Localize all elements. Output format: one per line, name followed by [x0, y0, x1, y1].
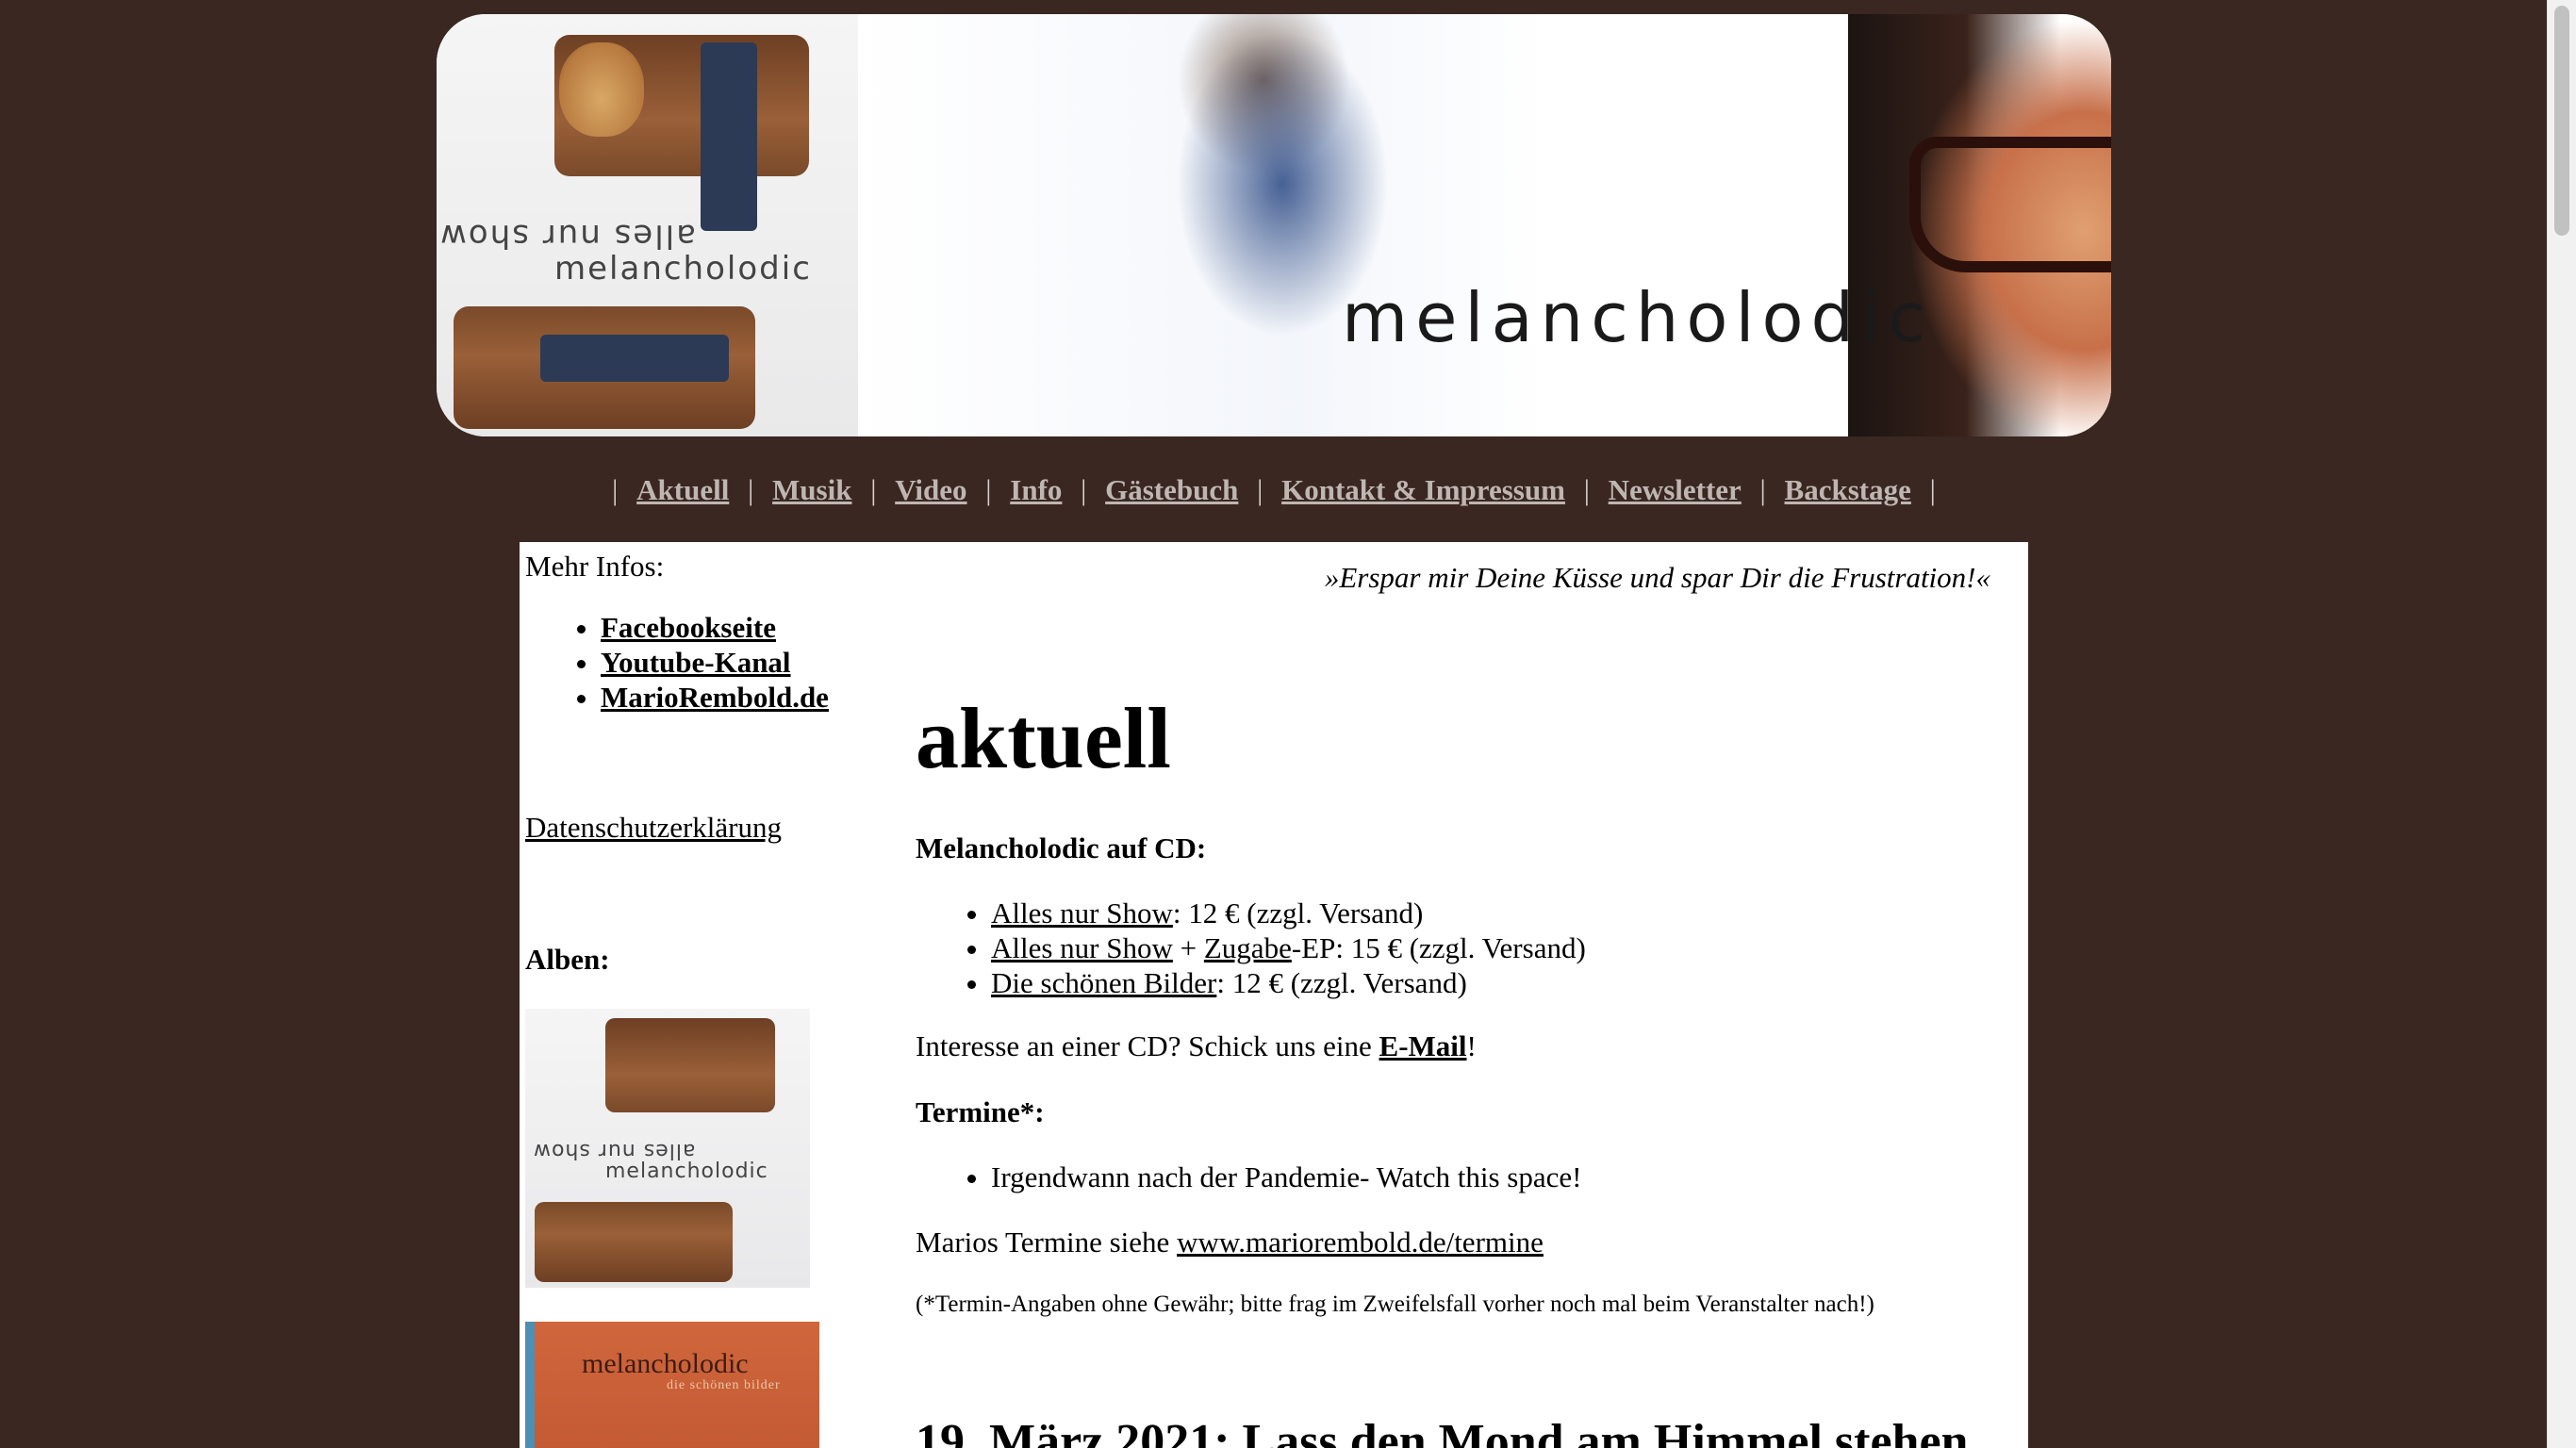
interest-line: Interesse an einer CD? Schick uns eine E…	[916, 1029, 1477, 1063]
album-title: melancholodic	[582, 1348, 749, 1379]
cd-price: : 12 € (zzgl. Versand)	[1172, 897, 1424, 930]
quote: »Erspar mir Deine Küsse und spar Dir die…	[1324, 561, 1990, 594]
nav-gaestebuch[interactable]: Gästebuch	[1105, 473, 1238, 506]
banner-title: melancholodic	[1342, 278, 1933, 357]
nav-separator: |	[1929, 473, 1936, 506]
album-cover-alles-nur-show[interactable]: alles nur show melancholodic	[525, 1009, 810, 1288]
list-item: Alles nur Show + Zugabe-EP: 15 € (zzgl. …	[991, 930, 1586, 965]
list-item: Die schönen Bilder: 12 € (zzgl. Versand)	[991, 965, 1586, 1000]
guitar-image	[559, 42, 644, 137]
albums-heading: Alben:	[525, 943, 610, 976]
nav-info[interactable]: Info	[1010, 473, 1062, 506]
email-link[interactable]: E-Mail	[1379, 1029, 1467, 1062]
band-photo	[858, 14, 2111, 436]
interest-text: Interesse an einer CD? Schick uns eine	[916, 1029, 1379, 1062]
nav-backstage[interactable]: Backstage	[1785, 473, 1911, 506]
album-title: melancholodic	[605, 1160, 768, 1183]
cd-list: Alles nur Show: 12 € (zzgl. Versand) All…	[916, 896, 1586, 1000]
list-item: Irgendwann nach der Pandemie- Watch this…	[991, 1160, 1581, 1194]
album-cover-die-schoenen-bilder[interactable]: melancholodic die schönen bilder	[525, 1322, 819, 1448]
sidebar-links: Facebookseite Youtube-Kanal MarioRembold…	[525, 610, 902, 715]
cd-price: -EP: 15 € (zzgl. Versand)	[1291, 931, 1586, 964]
cd-link-zugabe[interactable]: Zugabe	[1204, 931, 1292, 964]
nav-separator: |	[985, 473, 992, 506]
facebook-link[interactable]: Facebookseite	[601, 611, 776, 644]
content-panel: Mehr Infos: Facebookseite Youtube-Kanal …	[520, 542, 2028, 1448]
scrollbar-thumb[interactable]	[2554, 6, 2569, 236]
plus-text: +	[1172, 931, 1204, 964]
privacy-link[interactable]: Datenschutzerklärung	[525, 811, 782, 845]
main-nav: | Aktuell | Musik | Video | Info | Gäste…	[437, 473, 2111, 507]
nav-separator: |	[1759, 473, 1766, 506]
album-subtitle: die schönen bilder	[667, 1378, 781, 1392]
nav-separator: |	[612, 473, 619, 506]
marios-text: Marios Termine siehe	[916, 1226, 1178, 1259]
person-image	[701, 42, 757, 231]
nav-aktuell[interactable]: Aktuell	[636, 473, 729, 506]
cover-text: melancholodic	[554, 250, 812, 288]
sofa-image	[535, 1202, 733, 1282]
cd-link-die-schoenen-bilder[interactable]: Die schönen Bilder	[991, 966, 1216, 999]
marios-termine-line: Marios Termine siehe www.mariorembold.de…	[916, 1226, 1544, 1259]
cd-price: : 12 € (zzgl. Versand)	[1216, 966, 1467, 999]
cd-link-alles-nur-show[interactable]: Alles nur Show	[991, 931, 1173, 964]
interest-suffix: !	[1466, 1029, 1477, 1062]
nav-kontakt-impressum[interactable]: Kontakt & Impressum	[1281, 473, 1565, 506]
youtube-link[interactable]: Youtube-Kanal	[601, 646, 791, 679]
disclaimer: (*Termin-Angaben ohne Gewähr; bitte frag…	[916, 1292, 1874, 1317]
list-item: Facebookseite	[601, 610, 902, 645]
list-item: MarioRembold.de	[601, 680, 902, 715]
nav-separator: |	[748, 473, 754, 506]
nav-newsletter[interactable]: Newsletter	[1609, 473, 1742, 506]
cover-text-flipped: alles nur show	[438, 217, 696, 255]
album-cover-image: alles nur show melancholodic	[437, 14, 859, 436]
termine-list: Irgendwann nach der Pandemie- Watch this…	[916, 1160, 1581, 1194]
termine-heading: Termine*:	[916, 1095, 1045, 1128]
page-title: aktuell	[916, 690, 1171, 786]
nav-separator: |	[1257, 473, 1263, 506]
cd-link-alles-nur-show[interactable]: Alles nur Show	[991, 897, 1173, 930]
nav-video[interactable]: Video	[895, 473, 966, 506]
nav-separator: |	[870, 473, 877, 506]
marios-termine-link[interactable]: www.mariorembold.de/termine	[1177, 1226, 1544, 1259]
list-item: Alles nur Show: 12 € (zzgl. Versand)	[991, 896, 1586, 930]
sidebar-heading: Mehr Infos:	[525, 550, 665, 583]
sofa-image	[605, 1018, 775, 1112]
nav-separator: |	[1583, 473, 1590, 506]
news-heading: 19. März 2021: Lass den Mond am Himmel s…	[916, 1415, 1969, 1448]
glasses-graphic	[1909, 137, 2111, 272]
nav-musik[interactable]: Musik	[772, 473, 851, 506]
list-item: Youtube-Kanal	[601, 645, 902, 680]
nav-separator: |	[1081, 473, 1087, 506]
mariorembold-link[interactable]: MarioRembold.de	[601, 681, 829, 714]
person-image	[540, 335, 729, 382]
sidebar: Mehr Infos: Facebookseite Youtube-Kanal …	[525, 542, 902, 1448]
page-scrollbar[interactable]	[2547, 0, 2576, 1448]
header-banner: alles nur show melancholodic melancholod…	[437, 14, 2111, 436]
cd-heading: Melancholodic auf CD:	[916, 831, 1207, 864]
